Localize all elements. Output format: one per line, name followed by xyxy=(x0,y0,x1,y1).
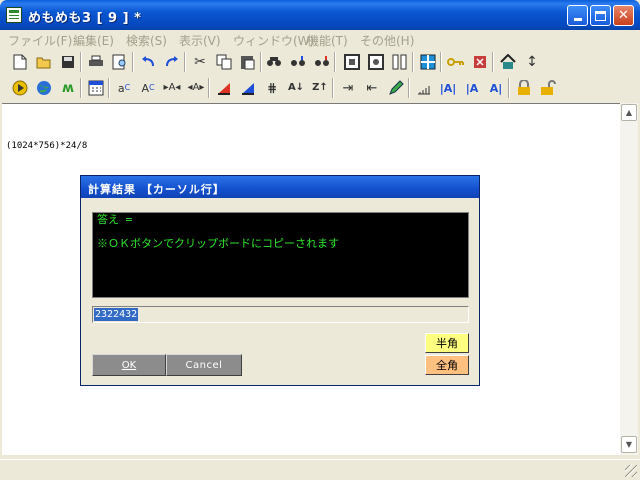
save-icon[interactable] xyxy=(58,52,78,72)
calculator-icon[interactable] xyxy=(86,78,106,98)
output-hint-line: ※ＯＫボタンでクリップボードにコピーされます xyxy=(97,237,339,250)
close-icon: ✕ xyxy=(618,8,629,23)
triangle-icon[interactable] xyxy=(214,78,234,98)
text-a-icon[interactable]: aC xyxy=(114,78,134,98)
open-folder-icon[interactable] xyxy=(34,52,54,72)
close-button[interactable]: ✕ xyxy=(613,5,634,26)
globe-icon[interactable] xyxy=(34,78,54,98)
scroll-up-icon[interactable]: ▲ xyxy=(621,104,637,121)
paste-icon[interactable] xyxy=(238,52,258,72)
window-title: めもめも3 [ 9 ] * xyxy=(28,11,142,26)
pencil-icon[interactable] xyxy=(386,78,406,98)
resize-grip-icon[interactable] xyxy=(625,465,637,477)
lock-icon[interactable] xyxy=(514,78,534,98)
result-value-selected: 2322432 xyxy=(94,308,139,321)
new-file-icon[interactable] xyxy=(10,52,30,72)
vertical-scrollbar[interactable]: ▲ ▼ xyxy=(620,103,638,455)
scroll-down-icon[interactable]: ▼ xyxy=(621,436,637,453)
full-width-button[interactable]: 全角 xyxy=(425,355,469,375)
find-icon[interactable] xyxy=(264,52,284,72)
menu-search[interactable]: 検索(S) xyxy=(126,32,167,49)
unlock-icon[interactable] xyxy=(538,78,558,98)
marker-icon[interactable]: ʍ xyxy=(58,78,78,98)
print-preview-icon[interactable] xyxy=(110,52,130,72)
menu-tools[interactable]: 機能(T) xyxy=(307,32,348,49)
copy-icon[interactable] xyxy=(214,52,234,72)
grid-window-icon[interactable] xyxy=(418,52,438,72)
text-ca-icon[interactable]: ▸A◂ xyxy=(162,78,182,98)
record-icon[interactable] xyxy=(366,52,386,72)
app-icon[interactable] xyxy=(6,7,22,23)
result-output-area: 答え = ※ＯＫボタンでクリップボードにコピーされます xyxy=(92,212,469,298)
result-value-field[interactable]: 2322432 xyxy=(92,306,469,323)
output-answer-line: 答え = xyxy=(97,213,133,226)
home-icon[interactable] xyxy=(498,52,518,72)
find-next-icon[interactable] xyxy=(288,52,308,72)
align-ia-icon[interactable]: |A| xyxy=(438,78,458,98)
updown-arrow-icon[interactable]: ↕ xyxy=(522,52,542,72)
status-bar xyxy=(0,459,640,480)
columns-icon[interactable] xyxy=(390,52,410,72)
half-width-button[interactable]: 半角 xyxy=(425,333,469,353)
editor-line: (1024*756)*24/8 xyxy=(6,141,88,151)
sort-az-icon[interactable]: A↓ xyxy=(286,78,306,98)
align-aa-icon[interactable]: A| xyxy=(486,78,506,98)
close-window-icon[interactable] xyxy=(470,52,490,72)
dialog-titlebar[interactable]: 計算結果 【カーソル行】 xyxy=(81,176,479,198)
hash-icon[interactable]: ⋕ xyxy=(262,78,282,98)
menu-window[interactable]: ウィンドウ(W) xyxy=(233,32,314,49)
calc-result-dialog: 計算結果 【カーソル行】 答え = ※ＯＫボタンでクリップボードにコピーされます… xyxy=(80,175,480,386)
text-xa-icon[interactable]: ◂A▸ xyxy=(186,78,206,98)
find-prev-icon[interactable] xyxy=(312,52,332,72)
redo-icon[interactable] xyxy=(162,52,182,72)
menu-file[interactable]: ファイル(F) xyxy=(8,32,72,49)
main-toolbar: ✂ ↕ xyxy=(0,49,640,75)
menu-view[interactable]: 表示(V) xyxy=(179,32,221,49)
cut-icon[interactable]: ✂ xyxy=(190,52,210,72)
print-icon[interactable] xyxy=(86,52,106,72)
undo-icon[interactable] xyxy=(138,52,158,72)
menu-edit[interactable]: 編集(E) xyxy=(73,32,114,49)
maximize-button[interactable] xyxy=(590,5,611,26)
play-icon[interactable] xyxy=(10,78,30,98)
indent-left-icon[interactable]: ⇤ xyxy=(362,78,382,98)
ok-button[interactable]: OK xyxy=(92,354,166,376)
maximize-icon xyxy=(595,10,606,21)
dialog-title: 計算結果 【カーソル行】 xyxy=(88,183,225,196)
menu-bar: ファイル(F) 編集(E) 検索(S) 表示(V) ウィンドウ(W) 機能(T)… xyxy=(0,30,640,48)
minimize-button[interactable] xyxy=(567,5,588,26)
window-titlebar[interactable]: めもめも3 [ 9 ] * ✕ xyxy=(0,0,640,30)
minimize-icon xyxy=(573,18,582,21)
key-icon[interactable] xyxy=(446,52,466,72)
secondary-toolbar: ʍ aC AC ▸A◂ ◂A▸ ⋕ A↓ Z↑ ⇥ ⇤ |A| |A A| xyxy=(0,75,640,101)
indent-right-icon[interactable]: ⇥ xyxy=(338,78,358,98)
triangle-blue-icon[interactable] xyxy=(238,78,258,98)
sort-za-icon[interactable]: Z↑ xyxy=(310,78,330,98)
menu-other[interactable]: その他(H) xyxy=(360,32,414,49)
cancel-button[interactable]: Cancel xyxy=(166,354,242,376)
text-ac-icon[interactable]: AC xyxy=(138,78,158,98)
align-ia2-icon[interactable]: |A xyxy=(462,78,482,98)
ruler-icon[interactable] xyxy=(414,78,434,98)
record-stop-icon[interactable] xyxy=(342,52,362,72)
